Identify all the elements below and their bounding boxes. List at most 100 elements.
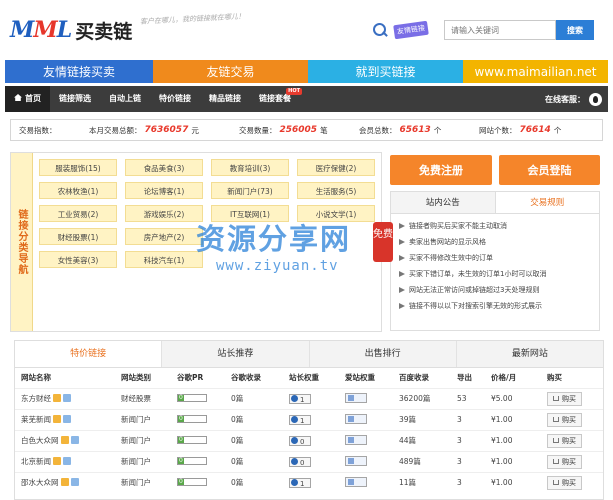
nav-item-premium[interactable]: 精品链接	[200, 86, 250, 112]
buy-button[interactable]: 购买	[547, 412, 582, 427]
column-header[interactable]: 谷歌收录	[225, 368, 283, 388]
nav-item-auto[interactable]: 自动上链	[100, 86, 150, 112]
column-header[interactable]: 爱站权重	[339, 368, 393, 388]
site-name[interactable]: 白色大众网	[21, 436, 59, 445]
buy-button[interactable]: 购买	[547, 454, 582, 469]
search-button[interactable]: 搜索	[556, 20, 594, 40]
logo-text: 买卖链	[75, 20, 133, 43]
site-name-cell[interactable]: 白色大众网	[15, 429, 115, 451]
service-label: 在线客服：	[545, 94, 585, 104]
nav-item-filter[interactable]: 链接筛选	[50, 86, 100, 112]
rule-item[interactable]: 卖家出售网站的显示风格	[399, 234, 599, 250]
rule-text: 链接不得以以下对搜索引擎无效的形式展示	[409, 302, 542, 310]
category-item[interactable]: 房产地产(2)	[125, 228, 203, 245]
stat-value: 76614	[519, 125, 551, 135]
promo-banner: 友情链接买卖 友链交易 就到买链接 www.maimailian.net	[5, 60, 608, 83]
tab-sales-rank[interactable]: 出售排行	[308, 341, 456, 367]
buy-label: 购买	[562, 457, 576, 466]
column-header[interactable]: 站长权重	[283, 368, 339, 388]
rule-item[interactable]: 链接者购买后买家不能主动取消	[399, 218, 599, 234]
login-button[interactable]: 会员登陆	[499, 155, 600, 185]
online-service[interactable]: 在线客服：	[545, 92, 608, 106]
weight-cell: 0	[283, 450, 339, 472]
aizhan-weight-icon	[345, 435, 367, 445]
buy-button[interactable]: 购买	[547, 475, 582, 490]
buy-cell: 购买	[541, 471, 603, 493]
category-item[interactable]: 医疗保健(2)	[297, 159, 375, 176]
outbound-cell: 3	[451, 450, 485, 472]
rule-item[interactable]: 买家下错订单，未生效的订单1小时可以取消	[399, 266, 599, 282]
column-header[interactable]: 百度收录	[393, 368, 451, 388]
hot-badge: HOT	[286, 88, 302, 95]
pr-cell: 0	[171, 429, 225, 451]
tab-announcement[interactable]: 站内公告	[391, 192, 495, 213]
column-header[interactable]: 导出	[451, 368, 485, 388]
aizhan-weight-icon	[345, 477, 367, 488]
stat-sites: 网站个数： 76614 个	[479, 125, 599, 136]
rule-item[interactable]: 买家不得修改生效中的订单	[399, 250, 599, 266]
banner-item[interactable]: 友链交易	[153, 60, 308, 83]
info-icon	[63, 415, 71, 423]
stat-unit: 个	[553, 125, 562, 135]
search-icon	[372, 22, 388, 38]
nav-item-home[interactable]: 首页	[5, 86, 50, 112]
site-name-cell[interactable]: 北京新闻	[15, 450, 115, 472]
weight-cell: 0	[283, 429, 339, 451]
banner-item[interactable]: 友情链接买卖	[5, 60, 153, 83]
table-row: 东方财经 财经股票 0 0篇 1 36200篇 53 ¥5.00 购买	[15, 387, 603, 409]
category-item[interactable]: 生活服务(5)	[297, 182, 375, 199]
category-item[interactable]: 服装服饰(15)	[39, 159, 117, 176]
buy-button[interactable]: 购买	[547, 433, 582, 448]
category-item[interactable]: 论坛博客(1)	[125, 182, 203, 199]
nav-item-special[interactable]: 特价链接	[150, 86, 200, 112]
tab-latest-sites[interactable]: 最新网站	[455, 341, 603, 367]
baidu-cell: 44篇	[393, 429, 451, 451]
register-button[interactable]: 免费注册	[390, 155, 492, 185]
stat-label: 网站个数：	[479, 125, 517, 135]
qq-icon[interactable]	[589, 92, 602, 106]
category-item[interactable]: 工业贸易(2)	[39, 205, 117, 222]
column-header[interactable]: 购买	[541, 368, 603, 388]
site-name-cell[interactable]: 莱芜新闻	[15, 408, 115, 430]
table-row: 莱芜新闻 新闻门户 0 0篇 1 39篇 3 ¥1.00 购买	[15, 408, 603, 430]
site-name[interactable]: 邵水大众网	[21, 478, 59, 487]
tab-special-links[interactable]: 特价链接	[15, 341, 162, 367]
category-item[interactable]: 教育培训(3)	[211, 159, 289, 176]
site-name[interactable]: 东方财经	[21, 394, 51, 403]
tab-recommended[interactable]: 站长推荐	[161, 341, 309, 367]
pr-cell: 0	[171, 471, 225, 493]
nav-label: 链接套餐	[259, 94, 291, 103]
category-item[interactable]: 农林牧渔(1)	[39, 182, 117, 199]
column-header[interactable]: 价格/月	[485, 368, 541, 388]
link-table: 网站名称 网站类别 谷歌PR 谷歌收录 站长权重 爱站权重 百度收录 导出 价格…	[15, 368, 603, 493]
buy-label: 购买	[562, 436, 576, 445]
site-name[interactable]: 莱芜新闻	[21, 415, 51, 424]
nav-item-package[interactable]: 链接套餐 HOT	[250, 86, 302, 112]
column-header[interactable]: 谷歌PR	[171, 368, 225, 388]
category-item[interactable]: 游戏娱乐(2)	[125, 205, 203, 222]
category-item[interactable]: 女性美容(3)	[39, 251, 117, 268]
category-item[interactable]: 新闻门户(73)	[211, 182, 289, 199]
tab-rules[interactable]: 交易规则	[494, 192, 599, 213]
rule-item[interactable]: 链接不得以以下对搜索引擎无效的形式展示	[399, 298, 599, 314]
site-name-cell[interactable]: 东方财经	[15, 387, 115, 409]
home-icon	[14, 94, 22, 101]
buy-button[interactable]: 购买	[547, 391, 582, 406]
column-header[interactable]: 网站类别	[115, 368, 171, 388]
site-name[interactable]: 北京新闻	[21, 457, 51, 466]
column-header[interactable]: 网站名称	[15, 368, 115, 388]
site-name-cell[interactable]: 邵水大众网	[15, 471, 115, 493]
site-logo[interactable]: MML 买卖链	[10, 16, 132, 44]
banner-url[interactable]: www.maimailian.net	[463, 60, 608, 83]
category-item[interactable]: IT互联网(1)	[211, 205, 289, 222]
rule-item[interactable]: 网站无法正常访问或掉链超过3天处理规则	[399, 282, 599, 298]
weight-value: 1	[300, 395, 305, 404]
category-item[interactable]: 小说文学(1)	[297, 205, 375, 222]
search-input[interactable]	[444, 20, 556, 40]
category-item[interactable]: 财经股票(1)	[39, 228, 117, 245]
link-badge: 友情链接	[393, 20, 429, 40]
category-item[interactable]: 科技汽车(1)	[125, 251, 203, 268]
aizhan-weight-icon	[345, 414, 367, 424]
category-item[interactable]: 食品美食(3)	[125, 159, 203, 176]
banner-item[interactable]: 就到买链接	[308, 60, 463, 83]
